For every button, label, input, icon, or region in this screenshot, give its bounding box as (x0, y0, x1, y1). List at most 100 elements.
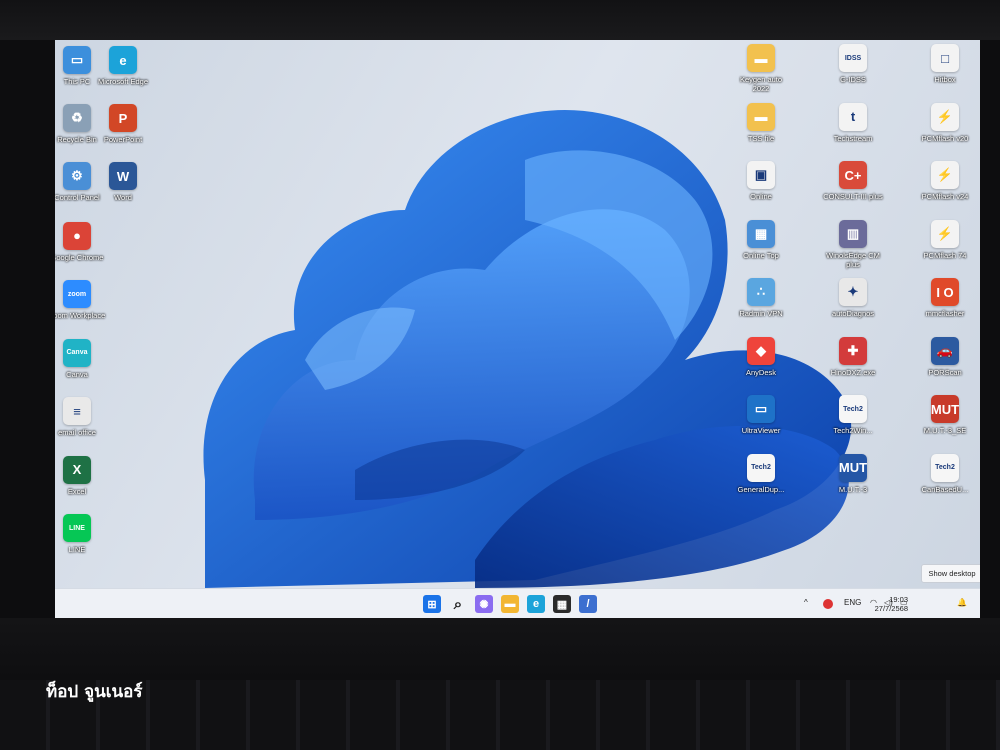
radmin-icon: ∴ (747, 278, 775, 306)
desktop-icon-label: PORScan (928, 367, 962, 377)
pcmflash-icon: ⚡ (931, 219, 959, 248)
mut3-icon: MUT (839, 453, 867, 482)
desktop-icon-label: PCMflash 74 (923, 250, 967, 260)
desktop-icon-mut3-se[interactable]: MUT M.U.T.-3_SE (915, 395, 975, 435)
tray-app-icon[interactable] (823, 599, 833, 609)
windows-icon: ⊞ (427, 598, 437, 611)
mmcflasher-icon: I O (931, 278, 959, 306)
desktop-icon-mmcflasher[interactable]: I O mmcflasher (915, 278, 975, 318)
desktop-icon-label: Online (750, 192, 772, 201)
copilot-button[interactable]: ✺ (475, 595, 493, 613)
desktop-icon-powerpoint[interactable]: P PowerPoint (93, 104, 153, 144)
taskbar: ⊞ ⌕ ✺ ▬ e ▦ / ^ ENG ◠ ◁) ▭ 19:03 27/7/2568 🔔 (55, 588, 980, 618)
desktop-icon-label: mmcflasher (925, 309, 965, 318)
desktop-icon-mut3[interactable]: MUT M.U.T.-3 (823, 453, 883, 494)
document-icon: ≡ (63, 397, 91, 425)
desktop-icon-label: Zoom Workplace (55, 311, 106, 320)
folder-icon: ▬ (747, 44, 775, 72)
desktop-icon-pcmflash[interactable]: ⚡ PCMflash 74 (915, 219, 975, 260)
language-indicator[interactable]: ENG (844, 598, 861, 607)
desktop-icon-label: G-IDSS (840, 75, 866, 84)
store-icon: ▦ (556, 598, 568, 611)
desktop-icon-tech2win[interactable]: Tech2 GeneralDup... (731, 453, 791, 494)
clock-time: 19:03 (889, 595, 908, 604)
g-idss-icon: IDSS (839, 44, 867, 72)
desktop-icon-pcmflash[interactable]: ⚡ PCMflash v20 (915, 102, 975, 143)
desktop-icon-radmin[interactable]: ∴ Radmin VPN (731, 278, 791, 318)
app-button[interactable]: / (579, 595, 597, 613)
edge-icon: e (532, 598, 540, 610)
photo-caption: ท็อป จูนเนอร์ (46, 682, 143, 702)
desktop-icon-label: Online Top (743, 250, 779, 260)
desktop-icon-label: LINE (68, 545, 86, 554)
desktop-icon-tech2win[interactable]: Tech2 CanBasedU... (915, 453, 975, 494)
desktop-icon-ultraviewer[interactable]: ▭ UltraViewer (731, 395, 791, 435)
desktop-icon-folder[interactable]: ▬ Keygen auto 2022 (731, 44, 791, 93)
desktop-icon-g-idss[interactable]: IDSS G-IDSS (823, 44, 883, 84)
desktop-icon-label: M.U.T.-3 (838, 484, 868, 494)
desktop-icon-autodiag[interactable]: ✦ autoDiagnos (823, 278, 883, 318)
tech2win-icon: Tech2 (931, 453, 959, 482)
desktop-icon-label: Keygen auto 2022 (739, 75, 783, 93)
word-icon: W (109, 162, 137, 190)
desktop-icon-label: PowerPoint (103, 135, 143, 144)
anydesk-icon: ◆ (747, 336, 775, 365)
keyboard (0, 680, 1000, 750)
desktop-icon-label: Word (114, 193, 132, 202)
laptop-top-bezel (0, 0, 1000, 40)
desktop-icon-anydesk[interactable]: ◆ AnyDesk (731, 336, 791, 377)
desktop-icon-folder[interactable]: ▬ TSS file (731, 102, 791, 143)
techstream-icon: t (839, 102, 867, 131)
desktop-icon-label: UltraViewer (741, 426, 781, 435)
desktop-icon-excel[interactable]: X Excel (55, 455, 107, 496)
desktop-icon-line[interactable]: LINE LINE (55, 514, 107, 554)
desktop-icon-word[interactable]: W Word (93, 162, 153, 202)
desktop-icon-winols[interactable]: ▥ WinolsEdge CM plus (823, 219, 883, 269)
desktop-icon-zoom[interactable]: zoom Zoom Workplace (55, 280, 107, 320)
desktop-icon-label: Techstream (833, 133, 873, 143)
edge-icon: e (109, 46, 137, 74)
autodiag-icon: ✦ (839, 278, 867, 306)
folder-icon: ▬ (504, 598, 516, 610)
chrome-icon: ● (63, 221, 91, 250)
desktop-icon-label: WinolsEdge CM plus (826, 250, 880, 269)
start-button[interactable]: ⊞ (423, 595, 441, 613)
tray-overflow-chevron[interactable]: ^ (804, 598, 808, 607)
store-button[interactable]: ▦ (553, 595, 571, 613)
desktop-icon-online-top[interactable]: ▦ Online Top (731, 219, 791, 260)
online-icon: ▣ (747, 161, 775, 189)
file-explorer-button[interactable]: ▬ (501, 595, 519, 613)
desktop-icon-label: Hitbox (934, 75, 956, 84)
desktop-icon-edge[interactable]: e Microsoft Edge (93, 46, 153, 86)
desktop-icon-label: autoDiagnos (831, 309, 875, 318)
hitbox-icon: □ (931, 44, 959, 72)
bell-icon[interactable]: 🔔 (957, 598, 967, 607)
desktop-icon-label: TSS file (747, 133, 775, 143)
desktop-icon-label: M.U.T.-3_SE (923, 426, 967, 435)
desktop-icon-document[interactable]: ≡ email office (55, 397, 107, 437)
search-button[interactable]: ⌕ (449, 595, 467, 613)
desktop-icon-label: CanBasedU... (921, 484, 969, 494)
desktop-icon-online[interactable]: ▣ Online (731, 161, 791, 201)
desktop-icon-hitbox[interactable]: □ Hitbox (915, 44, 975, 84)
desktop-icon-hino[interactable]: ✚ HinoDXZ.exe (823, 336, 883, 377)
desktop-screen: ▭ This PC e Microsoft Edge ♻ Recycle Bin P Powe… (55, 40, 980, 618)
desktop-icon-canva[interactable]: Canva Canva (55, 338, 107, 379)
desktop-icon-tech2win[interactable]: Tech2 Tech2Win... (823, 395, 883, 435)
desktop-icon-consult[interactable]: C+ CONSULT-III plus (823, 161, 883, 201)
desktop-icon-label: Microsoft Edge (97, 77, 149, 86)
desktop-icon-pcmflash[interactable]: ⚡ PCMflash v24 (915, 161, 975, 201)
desktop-icon-forscan[interactable]: 🚗 PORScan (915, 336, 975, 377)
pcmflash-icon: ⚡ (931, 161, 959, 189)
powerpoint-icon: P (109, 104, 137, 132)
edge-button[interactable]: e (527, 595, 545, 613)
desktop-icon-label: CONSULT-III plus (823, 192, 883, 201)
system-clock[interactable]: 19:03 27/7/2568 (875, 595, 908, 613)
desktop-icon-label: Tech2Win... (833, 426, 873, 435)
desktop-icon-chrome[interactable]: ● Google Chrome (55, 221, 107, 262)
online-top-icon: ▦ (747, 219, 775, 248)
clock-date: 27/7/2568 (874, 604, 908, 613)
desktop-icon-techstream[interactable]: t Techstream (823, 102, 883, 143)
recycle-bin-icon: ♻ (63, 104, 91, 132)
forscan-icon: 🚗 (931, 336, 959, 365)
